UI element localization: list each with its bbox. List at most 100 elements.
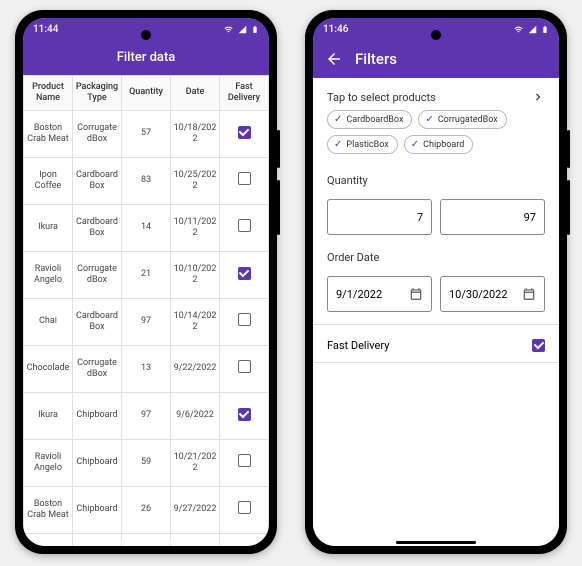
check-icon: ✓ xyxy=(334,114,342,125)
cell: 10/10/2022 xyxy=(171,251,220,298)
chips-container: ✓CardboardBox✓CorrugatedBox✓PlasticBox✓C… xyxy=(313,110,559,164)
quantity-label: Quantity xyxy=(327,174,545,187)
wifi-icon xyxy=(223,25,234,34)
cell: Ikura xyxy=(24,204,73,251)
phone-right: 11:46 Filters Tap to select products ✓Ca… xyxy=(305,10,567,554)
cell: 10/11/2022 xyxy=(171,204,220,251)
cell: 59 xyxy=(122,439,171,486)
cell: Chai xyxy=(24,533,73,546)
fast-delivery-checkbox[interactable] xyxy=(238,172,251,185)
date-from-value: 9/1/2022 xyxy=(336,288,382,301)
column-header[interactable]: Date xyxy=(171,76,220,111)
data-grid-container[interactable]: Product NamePackaging TypeQuantityDateFa… xyxy=(23,75,269,546)
fast-delivery-cell xyxy=(220,298,269,345)
cell: 9/22/2022 xyxy=(171,345,220,392)
cell: Chipboard xyxy=(73,486,122,533)
status-icons xyxy=(513,24,549,35)
cell: Ravioli Angelo xyxy=(24,439,73,486)
select-products-label: Tap to select products xyxy=(327,91,436,104)
table-row[interactable]: Ravioli AngeloChipboard5910/21/2022 xyxy=(24,439,269,486)
chip[interactable]: ✓ CardboardBox xyxy=(327,110,412,129)
cell: 9/9/2022 xyxy=(171,533,220,546)
cell: 26 xyxy=(122,486,171,533)
app-bar: Filter data xyxy=(23,40,269,75)
fast-delivery-cell xyxy=(220,110,269,157)
table-row[interactable]: ChaiCorrugatedBox879/9/2022 xyxy=(24,533,269,546)
cell: 10/14/2022 xyxy=(171,298,220,345)
chevron-right-icon xyxy=(531,90,545,104)
check-icon: ✓ xyxy=(334,139,342,150)
column-header[interactable]: Quantity xyxy=(122,76,171,111)
quantity-to-input[interactable]: 97 xyxy=(440,199,545,235)
fast-delivery-checkbox[interactable] xyxy=(238,360,251,373)
table-row[interactable]: Boston Crab MeatChipboard269/27/2022 xyxy=(24,486,269,533)
cell: 10/21/2022 xyxy=(171,439,220,486)
chip-label: PlasticBox xyxy=(346,140,388,150)
quantity-from-input[interactable]: 7 xyxy=(327,199,432,235)
fast-delivery-cell xyxy=(220,157,269,204)
phone-left: 11:44 Filter data Product NamePackaging … xyxy=(15,10,277,554)
battery-icon xyxy=(251,24,259,35)
cell: Ravioli Angelo xyxy=(24,251,73,298)
chip[interactable]: ✓ PlasticBox xyxy=(327,135,398,154)
status-time: 11:44 xyxy=(33,24,58,35)
table-row[interactable]: Ipon CoffeeCardboardBox8310/25/2022 xyxy=(24,157,269,204)
date-to-value: 10/30/2022 xyxy=(449,288,508,301)
table-row[interactable]: Ravioli AngeloCorrugatedBox2110/10/2022 xyxy=(24,251,269,298)
fast-delivery-checkbox[interactable] xyxy=(238,313,251,326)
table-row[interactable]: IkuraChipboard979/6/2022 xyxy=(24,392,269,439)
cell: Boston Crab Meat xyxy=(24,486,73,533)
back-icon[interactable] xyxy=(325,50,343,68)
fast-delivery-cell xyxy=(220,486,269,533)
page-title: Filter data xyxy=(117,50,176,65)
fast-delivery-checkbox[interactable] xyxy=(238,501,251,514)
fast-delivery-checkbox[interactable] xyxy=(238,408,251,421)
table-row[interactable]: ChocoladeCorrugatedBox139/22/2022 xyxy=(24,345,269,392)
fast-delivery-checkbox[interactable] xyxy=(238,454,251,467)
chip-label: CorrugatedBox xyxy=(438,115,498,125)
fast-delivery-checkbox[interactable] xyxy=(532,339,545,352)
cell: 87 xyxy=(122,533,171,546)
date-from-input[interactable]: 9/1/2022 xyxy=(327,276,432,312)
cell: 21 xyxy=(122,251,171,298)
cell: Chipboard xyxy=(73,439,122,486)
table-row[interactable]: Boston Crab MeatCorrugatedBox5710/18/202… xyxy=(24,110,269,157)
fast-delivery-row[interactable]: Fast Delivery xyxy=(313,329,559,362)
table-row[interactable]: ChaiCardboardBox9710/14/2022 xyxy=(24,298,269,345)
chip[interactable]: ✓CorrugatedBox xyxy=(418,110,506,129)
fast-delivery-checkbox[interactable] xyxy=(238,126,251,139)
chip-label: CardboardBox xyxy=(346,115,403,125)
cell: CardboardBox xyxy=(73,204,122,251)
fast-delivery-cell xyxy=(220,392,269,439)
cell: 9/27/2022 xyxy=(171,486,220,533)
page-title: Filters xyxy=(355,50,397,68)
status-icons xyxy=(223,24,259,35)
fast-delivery-label: Fast Delivery xyxy=(327,339,389,352)
date-to-input[interactable]: 10/30/2022 xyxy=(440,276,545,312)
table-row[interactable]: IkuraCardboardBox1410/11/2022 xyxy=(24,204,269,251)
column-header[interactable]: Product Name xyxy=(24,76,73,111)
check-icon: ✓ xyxy=(411,139,419,150)
cell: CardboardBox xyxy=(73,298,122,345)
select-products-row[interactable]: Tap to select products xyxy=(313,78,559,110)
column-header[interactable]: Packaging Type xyxy=(73,76,122,111)
chip[interactable]: ✓ Chipboard xyxy=(404,135,474,154)
signal-icon xyxy=(527,25,538,34)
calendar-icon xyxy=(409,287,423,301)
quantity-to-value: 97 xyxy=(524,211,536,224)
fast-delivery-cell xyxy=(220,439,269,486)
cell: Boston Crab Meat xyxy=(24,110,73,157)
cell: CorrugatedBox xyxy=(73,533,122,546)
app-bar: Filters xyxy=(313,40,559,78)
chip-label: Chipboard xyxy=(423,140,464,150)
cell: Chipboard xyxy=(73,392,122,439)
battery-icon xyxy=(541,24,549,35)
cell: Ikura xyxy=(24,392,73,439)
wifi-icon xyxy=(513,25,524,34)
fast-delivery-checkbox[interactable] xyxy=(238,219,251,232)
fast-delivery-checkbox[interactable] xyxy=(238,267,251,280)
cell: 9/6/2022 xyxy=(171,392,220,439)
signal-icon xyxy=(237,25,248,34)
cell: 14 xyxy=(122,204,171,251)
column-header[interactable]: Fast Delivery xyxy=(220,76,269,111)
